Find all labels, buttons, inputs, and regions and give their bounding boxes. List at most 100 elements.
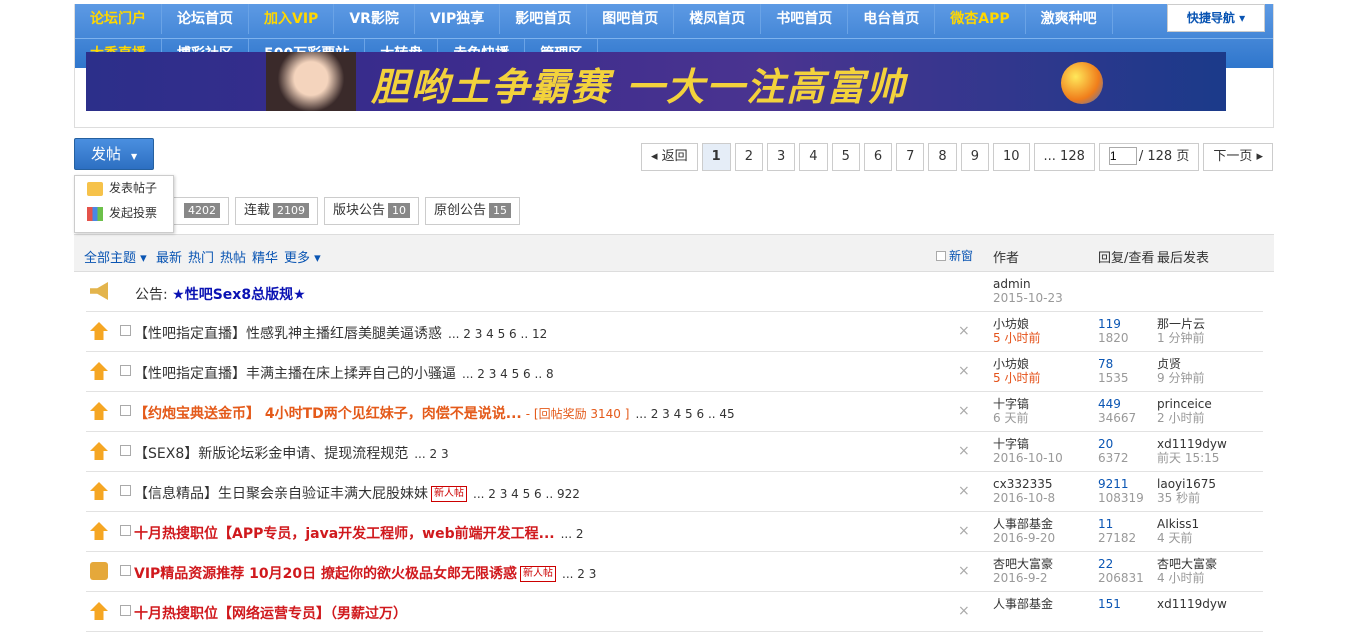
page-jump-input[interactable] [1108, 147, 1137, 165]
filter-tab[interactable]: 4202 [172, 197, 229, 225]
nav-item[interactable]: 加入VIP [249, 4, 335, 34]
sort-digest[interactable]: 精华 [252, 247, 278, 266]
nav-item[interactable]: 论坛首页 [162, 4, 249, 34]
last-post-user[interactable]: 那一片云 [1157, 317, 1205, 331]
page-link[interactable]: 9 [960, 143, 989, 171]
reply-count[interactable]: 119 [1098, 317, 1129, 331]
thread-checkbox[interactable] [120, 485, 131, 496]
page-link[interactable]: 7 [896, 143, 925, 171]
filter-tab[interactable]: 版块公告 10 [324, 197, 420, 225]
thread-link[interactable]: 【性吧指定直播】丰满主播在床上揉弄自己的小骚逼 [134, 366, 456, 382]
announcement-row[interactable]: 公告: ★性吧Sex8总版规★ admin 2015-10-23 [86, 272, 1263, 312]
quick-nav-button[interactable]: 快捷导航 ▾ [1167, 4, 1265, 32]
thread-pages[interactable]: ... 2 3 4 5 6 .. 922 [473, 487, 580, 501]
nav-item[interactable]: 楼凤首页 [674, 4, 762, 34]
announcement-link[interactable]: ★性吧Sex8总版规★ [172, 287, 305, 303]
sort-more[interactable]: 更多 ▾ [284, 247, 321, 266]
ad-banner[interactable]: 胆哟土争霸赛 一大一注高富帅 [86, 52, 1226, 111]
nav-item[interactable]: 图吧首页 [587, 4, 675, 34]
thread-pages[interactable]: ... 2 3 4 5 6 .. 45 [635, 407, 734, 421]
last-post-user[interactable]: 杏吧大富豪 [1157, 557, 1217, 571]
thread-pages[interactable]: ... 2 3 [562, 567, 596, 581]
back-button[interactable]: ◂ 返回 [641, 143, 698, 171]
thread-link[interactable]: 【信息精品】生日聚会亲自验证丰满大屁股妹妹 [134, 486, 428, 502]
last-post-time[interactable]: 4 天前 [1157, 531, 1199, 545]
filter-tab[interactable]: 连载 2109 [235, 197, 319, 225]
thread-row[interactable]: 【SEX8】新版论坛彩金申请、提现流程规范 ... 2 3 × 十字镐 2016-10-… [86, 432, 1263, 472]
thread-title[interactable]: 【性吧指定直播】性感乳神主播红唇美腿美逼诱惑 ... 2 3 4 5 6 .. 1… [134, 323, 547, 343]
reply-count[interactable]: 9211 [1098, 477, 1144, 491]
thread-pages[interactable]: ... 2 3 4 5 6 .. 8 [462, 367, 554, 381]
thread-checkbox[interactable] [120, 325, 131, 336]
reply-count[interactable]: 78 [1098, 357, 1129, 371]
thread-link[interactable]: 十月热搜职位【网络运营专员】（男薪过万） [134, 606, 407, 622]
thread-title[interactable]: VIP精品资源推荐 10月20日 撩起你的欲火极品女郎无限诱惑 新人帖 ... 2 … [134, 563, 596, 583]
last-post-user[interactable]: AIkiss1 [1157, 517, 1199, 531]
thread-title[interactable]: 十月热搜职位【网络运营专员】（男薪过万） [134, 603, 407, 623]
author-name[interactable]: 小坊娘 [993, 317, 1040, 331]
thread-checkbox[interactable] [120, 365, 131, 376]
thread-title[interactable]: 【性吧指定直播】丰满主播在床上揉弄自己的小骚逼 ... 2 3 4 5 6 .. … [134, 363, 554, 383]
last-post-time[interactable]: 4 小时前 [1157, 571, 1217, 585]
nav-item[interactable]: 论坛门户 [75, 4, 162, 34]
last-post-user[interactable]: xd1119dyw [1157, 437, 1227, 451]
page-link[interactable]: 3 [767, 143, 796, 171]
nav-item[interactable]: 微杏APP [935, 4, 1026, 34]
close-icon[interactable]: × [958, 363, 970, 379]
last-post-user[interactable]: 贞贤 [1157, 357, 1204, 371]
thread-row[interactable]: 【信息精品】生日聚会亲自验证丰满大屁股妹妹 新人帖 ... 2 3 4 5 6 ..… [86, 472, 1263, 512]
nav-item[interactable]: VR影院 [334, 4, 415, 34]
thread-row[interactable]: VIP精品资源推荐 10月20日 撩起你的欲火极品女郎无限诱惑 新人帖 ... 2 … [86, 552, 1263, 592]
dropdown-item-poll[interactable]: 发起投票 [75, 201, 173, 226]
new-post-button[interactable]: 发帖 ▼ [74, 138, 154, 170]
filter-tab[interactable]: 原创公告 15 [425, 197, 521, 225]
nav-item[interactable]: 影吧首页 [500, 4, 588, 34]
reply-count[interactable]: 11 [1098, 517, 1136, 531]
reply-count[interactable]: 449 [1098, 397, 1136, 411]
last-post-time[interactable]: 前天 15:15 [1157, 451, 1227, 465]
dropdown-item-new-thread[interactable]: 发表帖子 [75, 176, 173, 201]
close-icon[interactable]: × [958, 483, 970, 499]
thread-pages[interactable]: ... 2 3 [414, 447, 448, 461]
thread-row[interactable]: 【性吧指定直播】性感乳神主播红唇美腿美逼诱惑 ... 2 3 4 5 6 .. 1… [86, 312, 1263, 352]
thread-checkbox[interactable] [120, 445, 131, 456]
last-post-time[interactable]: 2 小时前 [1157, 411, 1212, 425]
nav-item[interactable]: 电台首页 [848, 4, 936, 34]
close-icon[interactable]: × [958, 443, 970, 459]
last-post-user[interactable]: princeice [1157, 397, 1212, 411]
thread-row[interactable]: 【约炮宝典送金币】 4小时TD两个见红妹子，肉偿不是说说... - [回帖奖励 3… [86, 392, 1263, 432]
last-post-time[interactable]: 1 分钟前 [1157, 331, 1205, 345]
page-link[interactable]: 8 [928, 143, 957, 171]
thread-title[interactable]: 【约炮宝典送金币】 4小时TD两个见红妹子，肉偿不是说说... - [回帖奖励 3… [134, 403, 735, 423]
thread-row[interactable]: 【性吧指定直播】丰满主播在床上揉弄自己的小骚逼 ... 2 3 4 5 6 .. … [86, 352, 1263, 392]
reply-count[interactable]: 22 [1098, 557, 1144, 571]
thread-checkbox[interactable] [120, 525, 131, 536]
close-icon[interactable]: × [958, 563, 970, 579]
thread-checkbox[interactable] [120, 565, 131, 576]
page-link[interactable]: 2 [734, 143, 763, 171]
next-page-button[interactable]: 下一页 ▸ [1203, 143, 1273, 171]
reply-count[interactable]: 20 [1098, 437, 1129, 451]
page-link[interactable]: 4 [799, 143, 828, 171]
author-name[interactable]: 十字镐 [993, 437, 1063, 451]
thread-pages[interactable]: ... 2 [561, 527, 584, 541]
page-jump[interactable]: / 128 页 [1098, 143, 1200, 171]
thread-link[interactable]: VIP精品资源推荐 10月20日 撩起你的欲火极品女郎无限诱惑 [134, 566, 517, 582]
thread-row[interactable]: 十月热搜职位【网络运营专员】（男薪过万） × 人事部基金 151 xd1119dyw [86, 592, 1263, 632]
thread-link[interactable]: 【SEX8】新版论坛彩金申请、提现流程规范 [134, 446, 408, 462]
page-link[interactable]: 1 [701, 143, 731, 171]
page-link[interactable]: 5 [831, 143, 860, 171]
author-name[interactable]: cx332335 [993, 477, 1055, 491]
thread-title[interactable]: 十月热搜职位【APP专员，java开发工程师，web前端开发工程... ... 2 [134, 523, 584, 543]
thread-link[interactable]: 十月热搜职位【APP专员，java开发工程师，web前端开发工程... [134, 526, 555, 542]
author-name[interactable]: admin [993, 277, 1063, 291]
filter-all-topics[interactable]: 全部主题 ▾ [84, 247, 147, 266]
thread-row[interactable]: 十月热搜职位【APP专员，java开发工程师，web前端开发工程... ... 2… [86, 512, 1263, 552]
reply-count[interactable]: 151 [1098, 597, 1121, 611]
page-link[interactable]: 6 [863, 143, 893, 171]
close-icon[interactable]: × [958, 523, 970, 539]
announcement-title[interactable]: 公告: ★性吧Sex8总版规★ [135, 284, 306, 304]
sort-hot[interactable]: 热门 [188, 247, 214, 266]
close-icon[interactable]: × [958, 603, 970, 619]
sort-hot-posts[interactable]: 热帖 [220, 247, 246, 266]
